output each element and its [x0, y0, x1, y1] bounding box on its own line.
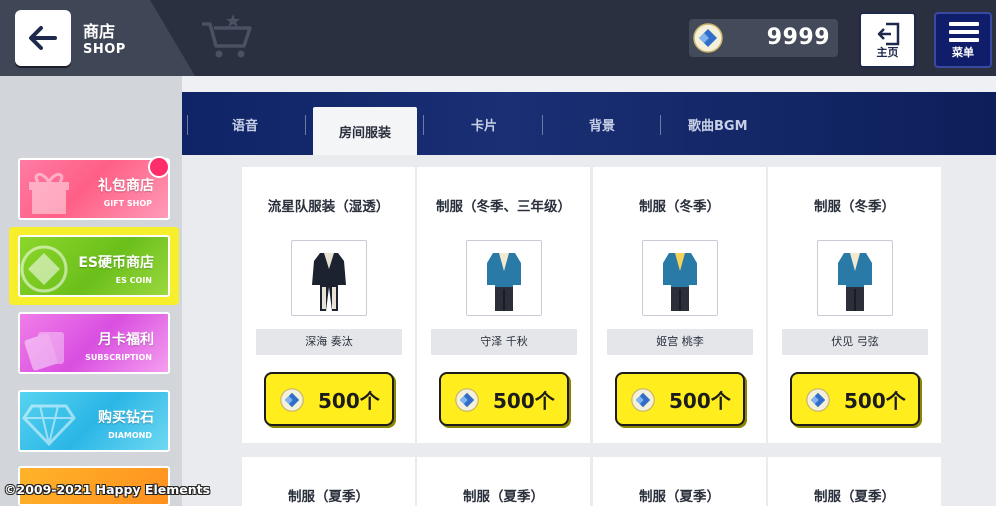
shop-item-card[interactable]: 制服（冬季） 伏见 弓弦 500个	[768, 167, 941, 443]
coin-amount: 9999	[766, 25, 830, 50]
tab-divider	[542, 115, 543, 135]
sidebar-item-diamond[interactable]: 购买钻石 DIAMOND	[18, 390, 170, 452]
tab-divider	[305, 115, 306, 135]
item-name: 流星队服装（湿透）	[267, 199, 390, 215]
page-subtitle: SHOP	[83, 42, 126, 57]
outfit-thumbnail	[817, 240, 893, 316]
tab-label: 房间服装	[338, 126, 391, 141]
buy-button[interactable]: 500个	[264, 372, 394, 426]
es-coin-icon	[455, 388, 479, 412]
page-title: 商店	[83, 22, 116, 41]
hamburger-icon	[949, 22, 979, 46]
price-label: 500个	[844, 389, 906, 413]
diamond-icon	[22, 404, 76, 447]
menu-button[interactable]: 菜单	[934, 12, 992, 68]
shop-item-card[interactable]: 制服（夏季）	[417, 457, 590, 506]
sidebar-item-label: 购买钻石	[98, 410, 154, 426]
buy-button[interactable]: 500个	[439, 372, 569, 426]
buy-button[interactable]: 500个	[615, 372, 745, 426]
outfit-thumbnail	[466, 240, 542, 316]
sidebar-item-sublabel: DIAMOND	[108, 431, 152, 440]
item-name: 制服（夏季）	[463, 489, 544, 505]
tab-voice[interactable]: 语音	[232, 115, 258, 134]
sidebar-item-label: ES硬币商店	[78, 255, 154, 271]
sidebar-item-label: 礼包商店	[98, 178, 154, 194]
notification-badge	[148, 156, 170, 178]
category-tabs: 语音 房间服装 卡片 背景 歌曲BGM	[182, 92, 996, 155]
sidebar-item-sublabel: ES COIN	[115, 276, 152, 285]
arrow-left-icon	[29, 26, 57, 50]
item-name: 制服（夏季）	[639, 489, 720, 505]
item-character: 深海 奏汰	[256, 329, 402, 355]
shop-item-card[interactable]: 制服（夏季）	[768, 457, 941, 506]
item-character: 姬宫 桃李	[607, 329, 753, 355]
item-name: 制服（冬季）	[639, 199, 720, 215]
top-bar: 商店 SHOP 9999 主页 菜单	[0, 0, 996, 76]
outfit-thumbnail	[291, 240, 367, 316]
menu-label: 菜单	[952, 46, 974, 59]
shop-item-card[interactable]: 制服（夏季）	[242, 457, 415, 506]
es-coin-icon	[631, 388, 655, 412]
tab-room-outfit[interactable]: 房间服装	[313, 107, 417, 155]
outfit-icon	[663, 253, 697, 311]
item-name: 制服（夏季）	[288, 489, 369, 505]
item-name: 制服（夏季）	[814, 489, 895, 505]
outfit-thumbnail	[642, 240, 718, 316]
item-character: 伏见 弓弦	[782, 329, 928, 355]
outfit-icon	[487, 253, 521, 311]
buy-button[interactable]: 500个	[790, 372, 920, 426]
outfit-icon	[312, 253, 346, 311]
sidebar-item-subscription[interactable]: 月卡福利 SUBSCRIPTION	[18, 312, 170, 374]
gift-box-icon	[29, 173, 69, 214]
tab-divider	[187, 115, 188, 135]
tab-divider	[660, 115, 661, 135]
sidebar-item-es-coin-selected[interactable]: ES硬币商店 ES COIN	[9, 227, 179, 305]
shop-item-card[interactable]: 制服（冬季、三年级） 守泽 千秋 500个	[417, 167, 590, 443]
item-name: 制服（冬季）	[814, 199, 895, 215]
cards-icon	[24, 332, 64, 371]
tab-divider	[423, 115, 424, 135]
copyright-text: ©2009-2021 Happy Elements	[4, 482, 211, 497]
coin-balance: 9999	[689, 19, 838, 57]
item-name: 制服（冬季、三年级）	[436, 199, 571, 215]
es-coin-icon	[806, 388, 830, 412]
tab-background[interactable]: 背景	[589, 115, 615, 134]
tab-song-bgm[interactable]: 歌曲BGM	[688, 115, 748, 134]
home-label: 主页	[876, 46, 899, 59]
sidebar-item-sublabel: GIFT SHOP	[103, 199, 152, 208]
price-label: 500个	[493, 389, 555, 413]
item-character: 守泽 千秋	[431, 329, 577, 355]
sidebar-item-label: 月卡福利	[98, 332, 154, 348]
es-coin-icon	[280, 388, 304, 412]
shop-item-card[interactable]: 制服（夏季）	[593, 457, 766, 506]
shop-item-card[interactable]: 制服（冬季） 姬宫 桃李 500个	[593, 167, 766, 443]
exit-icon	[877, 22, 900, 46]
tab-cards[interactable]: 卡片	[471, 115, 497, 134]
price-label: 500个	[318, 389, 380, 413]
shopping-cart-icon	[202, 14, 252, 58]
es-coin-icon	[693, 23, 723, 53]
back-button[interactable]	[15, 10, 71, 66]
es-coin-icon	[20, 245, 68, 293]
price-label: 500个	[669, 389, 731, 413]
sidebar-item-sublabel: SUBSCRIPTION	[85, 353, 152, 362]
outfit-icon	[838, 253, 872, 311]
shop-item-card[interactable]: 流星队服装（湿透） 深海 奏汰 500个	[242, 167, 415, 443]
home-button[interactable]: 主页	[859, 12, 916, 68]
sidebar-item-es-coin[interactable]: ES硬币商店 ES COIN	[18, 235, 170, 297]
